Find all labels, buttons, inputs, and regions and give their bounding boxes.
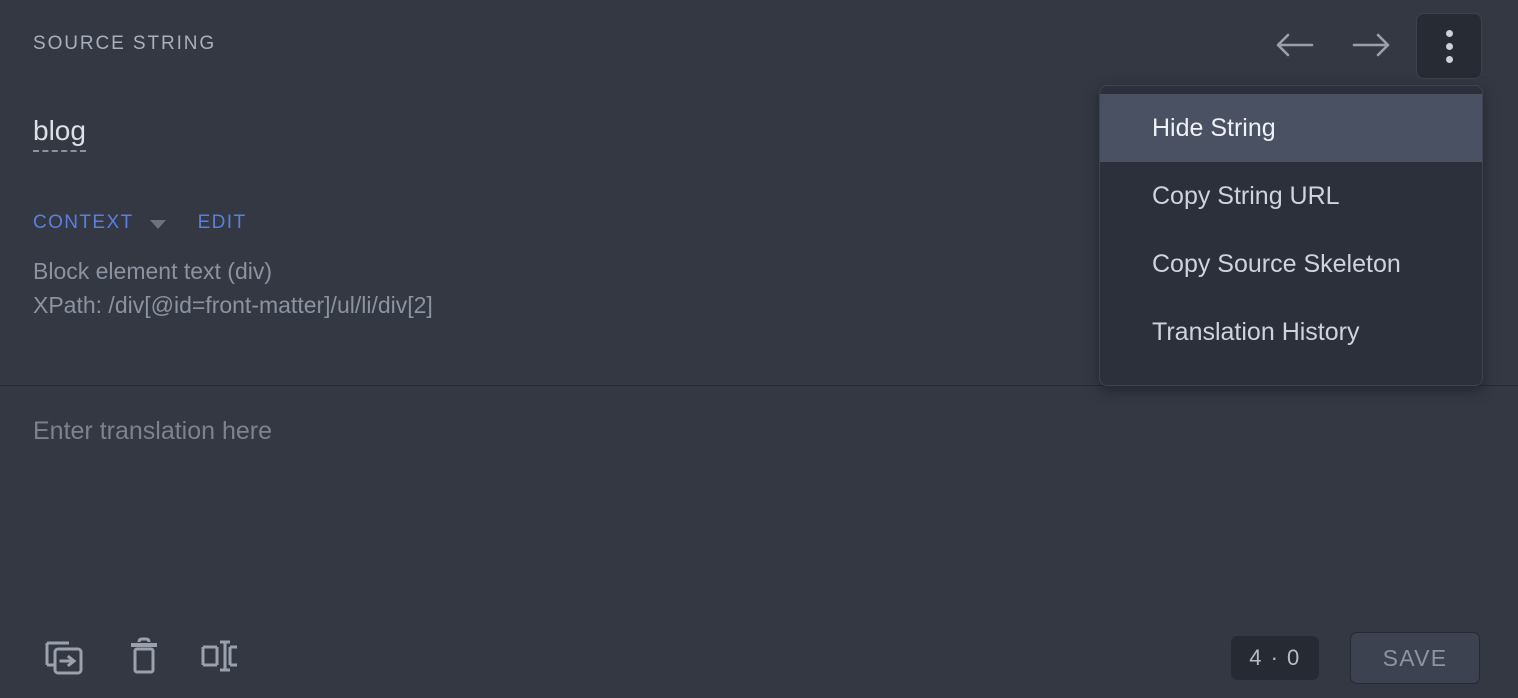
editor-header: SOURCE STRING bbox=[0, 0, 1518, 92]
context-row: CONTEXT EDIT bbox=[33, 210, 246, 236]
split-string-icon bbox=[199, 636, 243, 681]
translation-placeholder: Enter translation here bbox=[33, 417, 273, 445]
menu-item-copy-string-url[interactable]: Copy String URL bbox=[1100, 162, 1482, 230]
menu-item-translation-history[interactable]: Translation History bbox=[1100, 298, 1482, 366]
arrow-left-icon bbox=[1274, 32, 1314, 58]
delete-translation-button[interactable] bbox=[116, 630, 172, 686]
menu-item-copy-source-skeleton[interactable]: Copy Source Skeleton bbox=[1100, 230, 1482, 298]
split-string-button[interactable] bbox=[193, 630, 249, 686]
options-dropdown-menu: Hide String Copy String URL Copy Source … bbox=[1099, 85, 1483, 386]
page-title: SOURCE STRING bbox=[33, 33, 217, 54]
trash-icon bbox=[125, 634, 163, 683]
kebab-menu-icon-dot bbox=[1445, 42, 1453, 50]
source-string-editor: SOURCE STRING Hide String Copy String UR… bbox=[0, 0, 1518, 698]
copy-source-button[interactable] bbox=[37, 630, 93, 686]
editor-toolbar: 4 · 0 SAVE bbox=[0, 618, 1518, 698]
save-button[interactable]: SAVE bbox=[1350, 632, 1480, 684]
more-options-button[interactable] bbox=[1416, 13, 1482, 79]
context-xpath: XPath: /div[@id=front-matter]/ul/li/div[… bbox=[33, 292, 433, 318]
context-details: Block element text (div) XPath: /div[@id… bbox=[33, 254, 433, 322]
context-element-type: Block element text (div) bbox=[33, 258, 273, 284]
menu-item-hide-string[interactable]: Hide String bbox=[1100, 94, 1482, 162]
kebab-menu-icon-dot bbox=[1445, 55, 1453, 63]
chevron-down-icon[interactable] bbox=[149, 220, 166, 229]
source-string-text: blog bbox=[33, 116, 86, 153]
character-count-badge: 4 · 0 bbox=[1231, 636, 1319, 680]
previous-string-button[interactable] bbox=[1271, 22, 1317, 68]
copy-source-icon bbox=[43, 635, 87, 682]
edit-button[interactable]: EDIT bbox=[198, 212, 247, 234]
next-string-button[interactable] bbox=[1349, 22, 1395, 68]
translation-input[interactable]: Enter translation here bbox=[0, 386, 1518, 618]
arrow-right-icon bbox=[1352, 32, 1392, 58]
kebab-menu-icon bbox=[1445, 29, 1453, 37]
context-toggle-label[interactable]: CONTEXT bbox=[33, 212, 134, 234]
